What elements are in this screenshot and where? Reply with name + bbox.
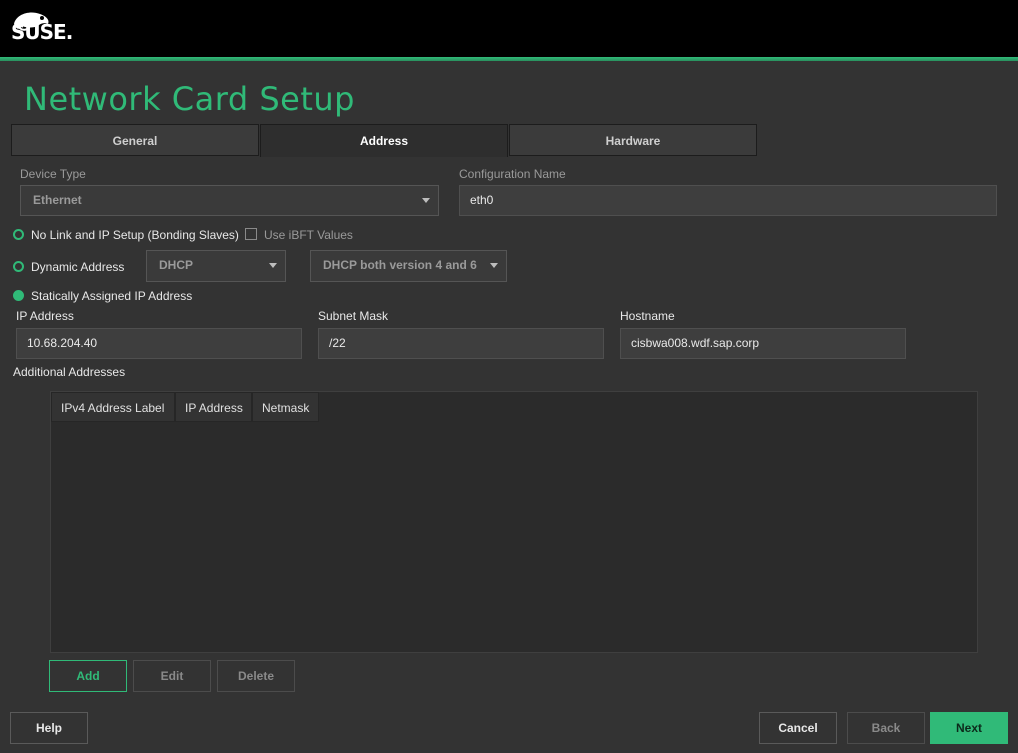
ip-address-field[interactable]: 10.68.204.40 [16,328,302,359]
top-banner: SUSE. [0,0,1018,57]
subnet-mask-label: Subnet Mask [318,309,389,323]
tab-general-label: General [112,134,158,148]
tab-hardware[interactable]: Hardware [509,124,757,156]
static-address-radio[interactable] [13,290,24,301]
tab-general[interactable]: General [11,124,259,156]
hostname-field[interactable]: cisbwa008.wdf.sap.corp [620,328,906,359]
column-header-text: IPv4 Address Label [61,401,165,415]
tab-address-label: Address [359,134,409,148]
next-button[interactable]: Next [930,712,1008,744]
static-address-label: Statically Assigned IP Address [31,289,193,303]
dhcp-mode-select[interactable]: DHCP [146,250,286,282]
device-type-value: Ethernet [33,193,82,207]
cancel-button[interactable]: Cancel [759,712,837,744]
help-button[interactable]: Help [10,712,88,744]
device-type-label: Device Type [20,167,86,181]
back-button[interactable]: Back [847,712,925,744]
dynamic-address-radio[interactable] [13,261,24,272]
column-header-ip-address[interactable]: IP Address [175,392,252,422]
configuration-name-label: Configuration Name [459,167,566,181]
no-link-label: No Link and IP Setup (Bonding Slaves) [31,228,239,242]
use-ibft-checkbox[interactable] [245,228,257,240]
dhcp-mode-value: DHCP [159,258,194,272]
header-accent-line [0,57,1018,61]
column-header-text: IP Address [185,401,243,415]
ip-address-label: IP Address [16,309,74,323]
chevron-down-icon [269,263,277,268]
configuration-name-field[interactable]: eth0 [459,185,997,216]
hostname-label: Hostname [620,309,675,323]
delete-button[interactable]: Delete [217,660,295,692]
use-ibft-label: Use iBFT Values [264,228,353,242]
add-button[interactable]: Add [49,660,127,692]
column-header-ipv4-label[interactable]: IPv4 Address Label [51,392,175,422]
tab-address[interactable]: Address [260,124,508,157]
column-header-text: Netmask [262,401,310,415]
column-header-netmask[interactable]: Netmask [252,392,319,422]
dhcp-version-select[interactable]: DHCP both version 4 and 6 [310,250,507,282]
page-title: Network Card Setup [24,80,355,118]
additional-addresses-label: Additional Addresses [13,365,126,379]
no-link-radio[interactable] [13,229,24,240]
tab-hardware-label: Hardware [605,134,661,148]
suse-wordmark: SUSE. [11,20,73,44]
subnet-mask-field[interactable]: /22 [318,328,604,359]
additional-addresses-table[interactable]: IPv4 Address Label IP Address Netmask [50,391,978,653]
dhcp-version-value: DHCP both version 4 and 6 [323,258,477,272]
chevron-down-icon [422,198,430,203]
chevron-down-icon [490,263,498,268]
dynamic-address-label: Dynamic Address [31,260,125,274]
device-type-select[interactable]: Ethernet [20,185,439,216]
edit-button[interactable]: Edit [133,660,211,692]
